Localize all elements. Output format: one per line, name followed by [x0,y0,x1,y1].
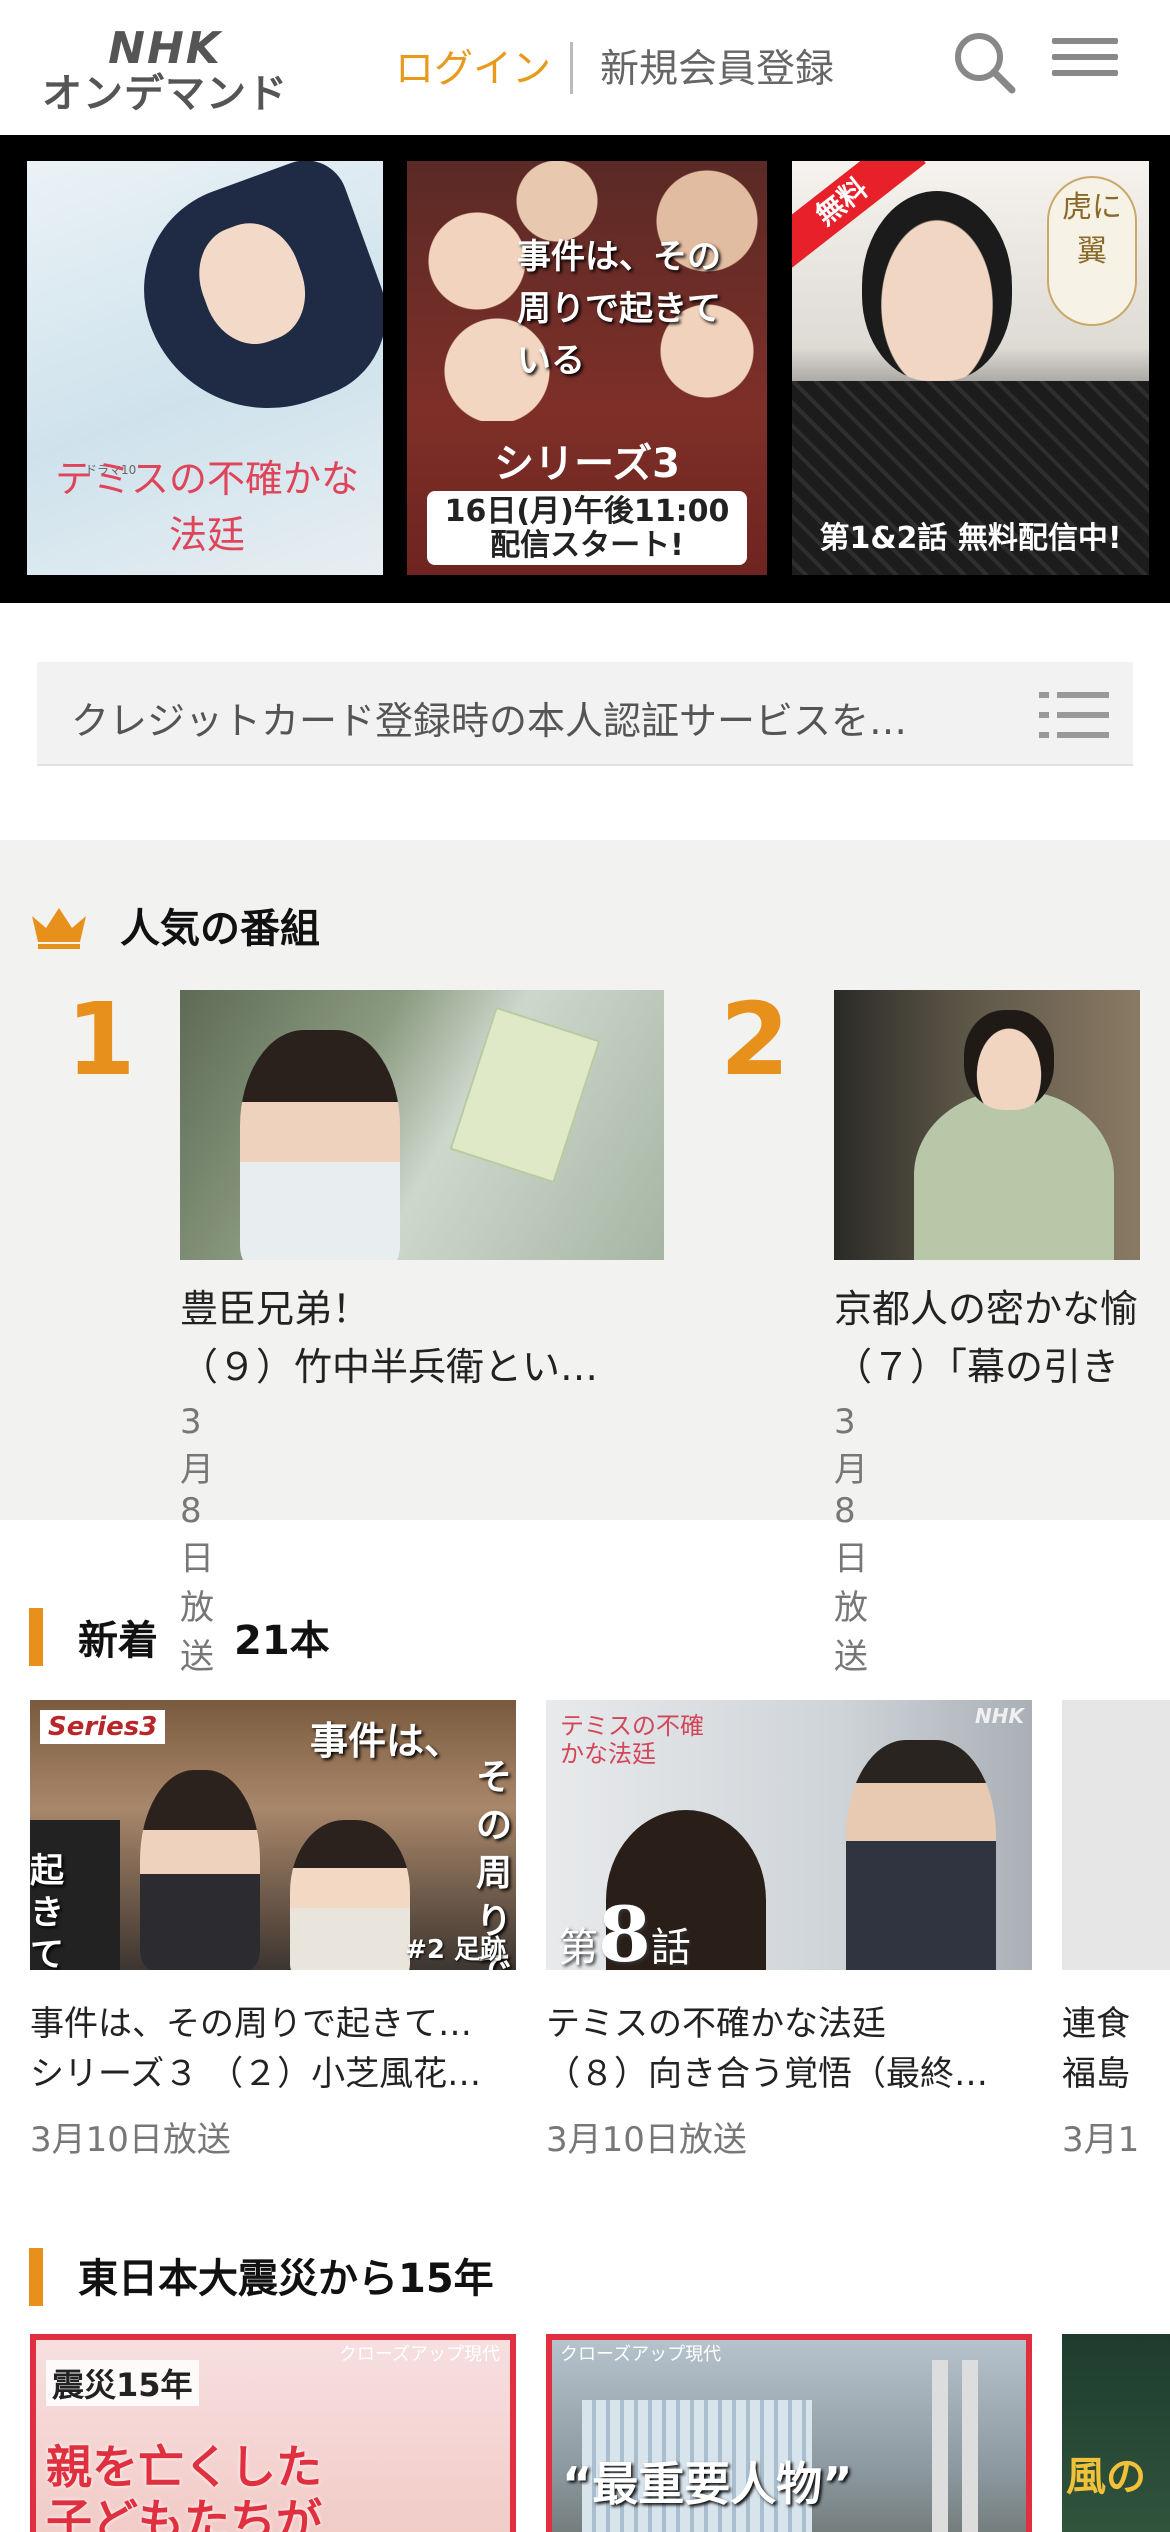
new-card-date: 3月10日放送 [546,2120,747,2160]
hero-carousel: ドラマ10 テミスの不確かな法廷 事件は、その周りで起きている シリーズ3 16… [0,135,1170,603]
new-card-date: 3月10日放送 [30,2120,231,2160]
thumb-headline: 親を亡くした子どもたちが [46,2440,322,2532]
ranking-title-line1: 京都人の密かな愉 [834,1287,1139,1331]
new-section-title: 新着 [78,1618,158,1664]
banner-portrait [862,191,1012,381]
hero-banner-themis[interactable]: ドラマ10 テミスの不確かな法廷 [27,161,383,575]
section-accent-bar [29,1608,43,1666]
header-divider [570,42,573,94]
ranking-thumbnail[interactable] [180,990,664,1260]
series-tag: Series3 [40,1710,166,1744]
program-label: クローズアップ現代 [338,2344,500,2365]
list-icon[interactable] [1039,690,1109,740]
crown-icon [32,908,86,949]
new-card-title-line1[interactable]: 事件は、その周りで起きて… [30,1996,516,2045]
logo-line1: NHK [108,23,222,74]
new-card-title-line2[interactable]: シリーズ３ （２）小芝風花… [30,2046,516,2095]
quake-card-thumbnail[interactable]: クローズアップ現代 “最重要人物” [546,2334,1032,2532]
thumb-tag: 震災15年 [46,2360,199,2406]
title-seal: 虎に翼 [1047,176,1137,326]
nhk-watermark: NHK [975,1704,1024,1728]
logo-line2: オンデマンド [42,71,288,117]
nhk-ondemand-logo[interactable]: NHK オンデマンド [40,23,290,117]
quake-section-title: 東日本大震災から15年 [78,2256,494,2302]
new-card-title-line1[interactable]: 連食 [1062,1996,1170,2045]
new-section-count: 21本 [234,1618,330,1664]
quake-card-thumbnail[interactable]: クローズアップ現代 震災15年 親を亡くした子どもたちが [30,2334,516,2532]
section-accent-bar [29,2248,43,2306]
hero-banner-jiken[interactable]: 事件は、その周りで起きている シリーズ3 16日(月)午後11:00 配信スター… [407,161,767,575]
rank-number: 2 [720,981,790,1098]
program-label: クローズアップ現代 [560,2344,722,2365]
register-link[interactable]: 新規会員登録 [600,38,834,94]
schedule-line1: 16日(月)午後11:00 [444,494,730,529]
ranking-title-line1: 豊臣兄弟！ [180,1287,371,1331]
search-icon[interactable] [950,28,1020,98]
banner-headline: 事件は、その周りで起きている [517,237,721,381]
banner-series: シリーズ3 [494,441,680,487]
ranking-date: 3月8日放送 [180,1402,214,1677]
thumb-episode-number: 第8話 [558,1890,691,1970]
rank-number: 1 [66,981,136,1098]
new-card-title-line1[interactable]: テミスの不確かな法廷 [546,1996,1032,2045]
new-card-thumbnail[interactable]: Series3 事件は、 その周りで 起きている #2 足跡 [30,1700,516,1970]
thumb-headline-c: 起きている [30,1851,64,1970]
new-card-date: 3月1 [1062,2120,1140,2160]
notice-text: クレジットカード登録時の本人認証サービスを… [71,699,908,743]
ranking-thumbnail[interactable] [834,990,1140,1260]
banner-schedule-box: 16日(月)午後11:00 配信スタート! [427,491,747,565]
notice-bar[interactable]: クレジットカード登録時の本人認証サービスを… [37,662,1133,766]
quake-card-thumbnail[interactable]: 風の [1062,2334,1170,2532]
app-header: NHK オンデマンド ログイン 新規会員登録 [0,0,1170,135]
ranking-title-line2: （９）竹中半兵衛とい… [180,1345,599,1389]
popular-title: 人気の番組 [120,906,320,952]
schedule-line2: 配信スタート! [490,528,684,563]
ranking-date: 3月8日放送 [834,1402,868,1677]
login-link[interactable]: ログイン [395,38,551,94]
banner-caption: 第1&2話 無料配信中! [819,521,1122,556]
thumb-headline: “最重要人物” [562,2457,853,2511]
hamburger-menu-icon[interactable] [1052,30,1118,96]
hero-banner-tora[interactable]: 無料 虎に翼 第1&2話 無料配信中! [792,161,1149,575]
banner-figure [114,161,383,444]
new-card-title-line2[interactable]: （８）向き合う覚悟（最終… [546,2046,1032,2095]
thumb-logo: テミスの不確かな法廷 [560,1712,704,1768]
ranking-title-line2: （７）「幕の引き [834,1345,1120,1389]
thumb-headline: 風の [1066,2454,1146,2500]
new-card-title-line2[interactable]: 福島 [1062,2046,1170,2095]
banner-title: テミスの不確かな法廷 [54,457,359,557]
new-card-thumbnail[interactable] [1062,1700,1170,1970]
popular-section: 人気の番組 1 豊臣兄弟！ （９）竹中半兵衛とい… 3月8日放送 2 京都人の密… [0,840,1170,1677]
new-card-thumbnail[interactable]: テミスの不確かな法廷 NHK 第8話 [546,1700,1032,1970]
thumb-episode: #2 足跡 [405,1935,506,1965]
